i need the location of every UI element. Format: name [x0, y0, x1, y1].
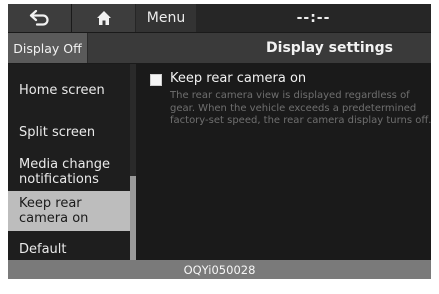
sidebar-item-keep-rear-camera-on[interactable]: Keep rear camera on: [8, 191, 130, 231]
keep-rear-camera-label[interactable]: Keep rear camera on: [170, 71, 306, 86]
page-title: Display settings: [88, 33, 431, 63]
clock: --:--: [296, 10, 331, 26]
back-arrow-icon: [29, 10, 49, 26]
home-button[interactable]: [72, 4, 135, 32]
sidebar-item-home-screen[interactable]: Home screen: [8, 83, 130, 98]
keep-rear-camera-checkbox[interactable]: [150, 74, 162, 86]
sidebar-item-split-screen[interactable]: Split screen: [8, 125, 130, 140]
sidebar-item-default[interactable]: Default: [8, 242, 130, 257]
image-caption: OQYi050028: [8, 260, 431, 279]
sidebar-item-label: Media change notifications: [19, 157, 111, 187]
option-description: The rear camera view is displayed regard…: [170, 90, 431, 126]
home-icon: [96, 11, 111, 25]
sidebar-item-media-change-notifications[interactable]: Media change notifications: [8, 156, 130, 187]
sidebar-item-label: Keep rear camera on: [19, 196, 89, 226]
display-off-button[interactable]: Display Off: [8, 33, 88, 63]
top-bar: Menu --:--: [8, 4, 431, 32]
head-unit-screen: Menu --:-- Display Off Display settings …: [8, 4, 431, 279]
back-button[interactable]: [8, 4, 72, 32]
settings-content: Keep rear camera on The rear camera view…: [136, 64, 431, 260]
menu-button[interactable]: Menu: [136, 4, 196, 32]
sidebar: Home screen Split screen Media change not…: [8, 64, 130, 260]
